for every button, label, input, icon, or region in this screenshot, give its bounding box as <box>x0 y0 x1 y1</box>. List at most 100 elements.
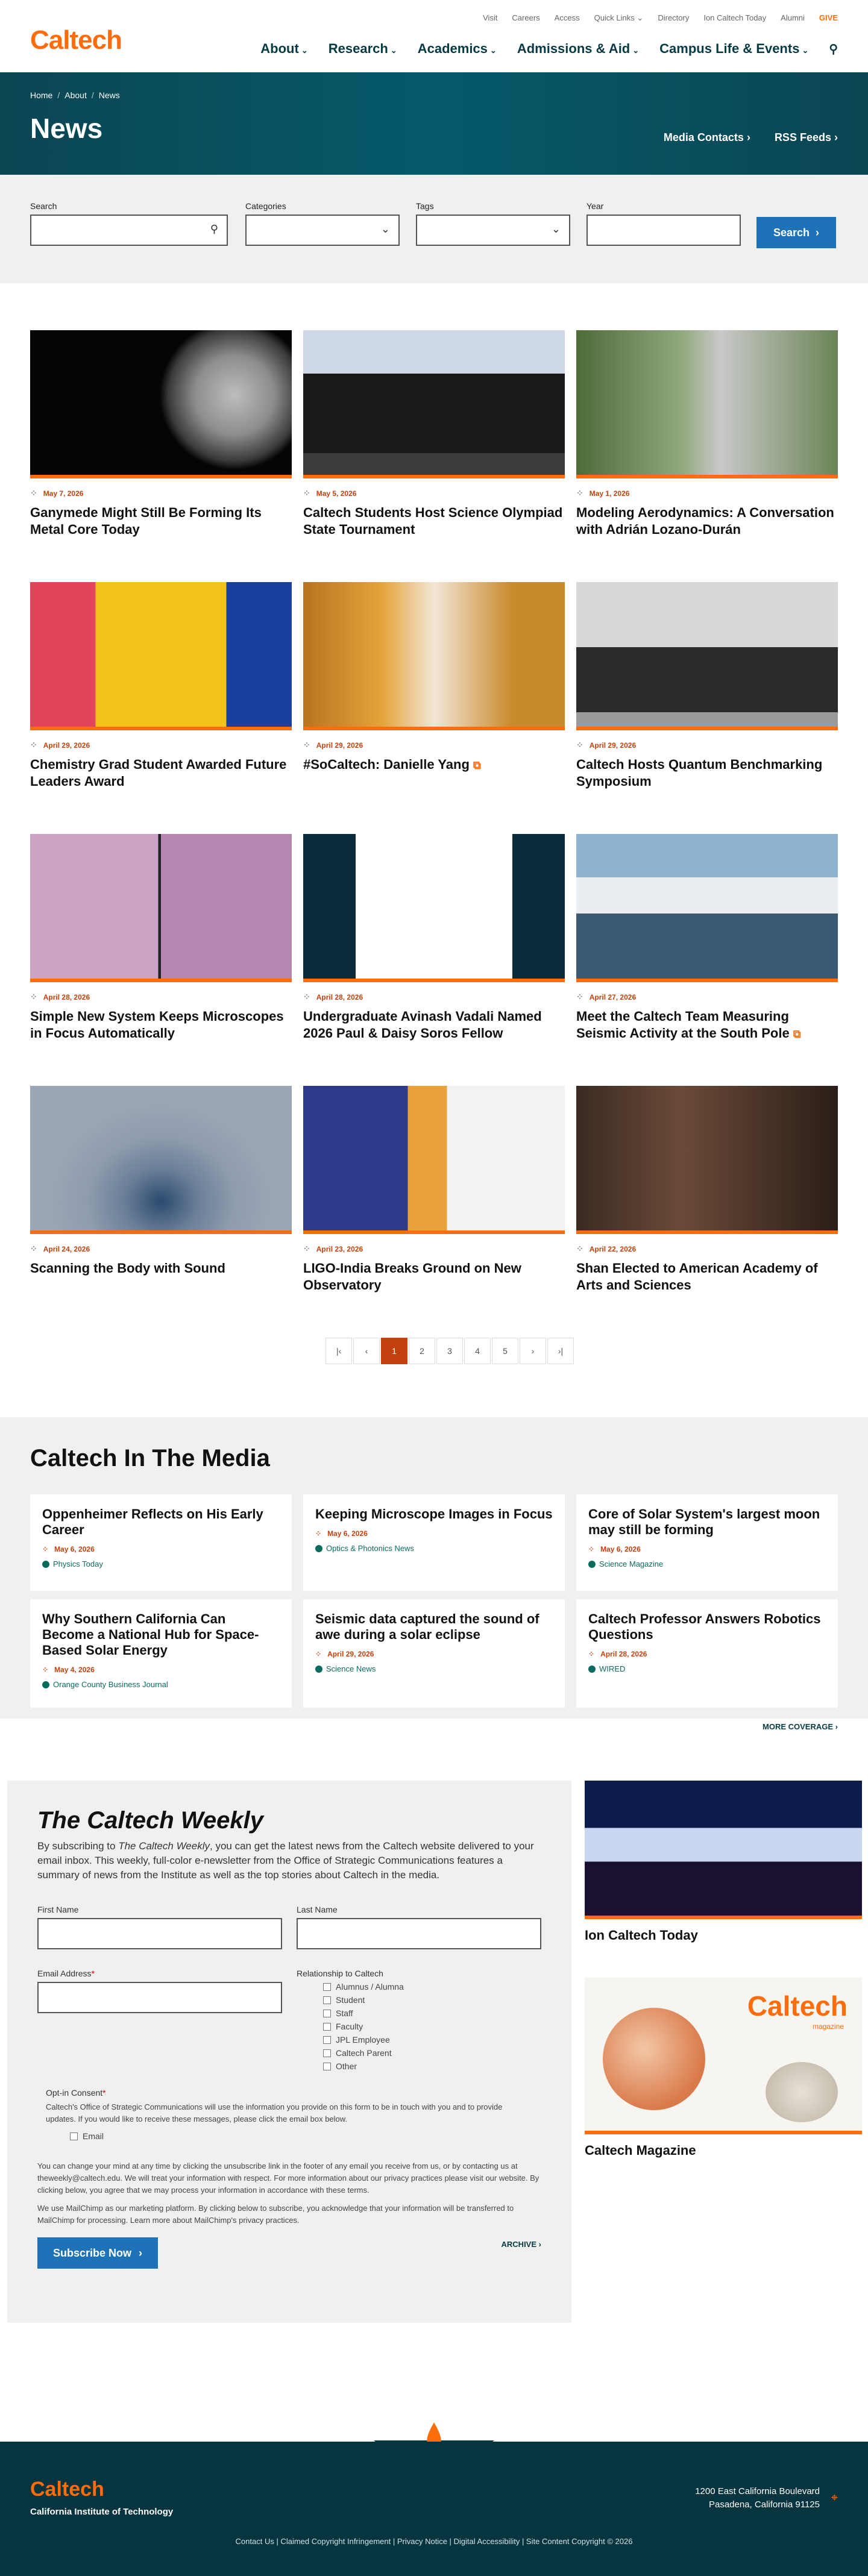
news-card[interactable]: ⁘ April 22, 2026 Shan Elected to American… <box>576 1086 838 1294</box>
globe-icon <box>315 1665 322 1673</box>
page-title: News <box>30 113 103 144</box>
media-card[interactable]: Oppenheimer Reflects on His Early Career… <box>30 1494 292 1591</box>
media-meta: ⁘ May 6, 2026 <box>588 1545 826 1553</box>
email-label: Email Address* <box>37 1969 282 1978</box>
search-icon[interactable]: ⚲ <box>210 223 218 236</box>
prev-page-button[interactable]: ‹ <box>353 1338 380 1364</box>
next-page-button[interactable]: › <box>520 1338 546 1364</box>
news-title[interactable]: Ganymede Might Still Be Forming Its Meta… <box>30 504 292 538</box>
news-card[interactable]: ⁘ April 28, 2026 Undergraduate Avinash Va… <box>303 834 565 1042</box>
nav-about[interactable]: About ⌄ <box>260 41 307 57</box>
news-card[interactable]: ⁘ May 1, 2026 Modeling Aerodynamics: A Co… <box>576 330 838 538</box>
utility-alumni[interactable]: Alumni <box>781 13 805 23</box>
map-pin-icon[interactable]: ⌖ <box>831 2491 838 2505</box>
email-field[interactable] <box>37 1982 282 2013</box>
relationship-checkbox[interactable]: Student <box>323 1995 404 2005</box>
last-page-button[interactable]: ›| <box>547 1338 574 1364</box>
last-name-label: Last Name <box>297 1905 338 1914</box>
news-card[interactable]: ⁘ April 27, 2026 Meet the Caltech Team Me… <box>576 834 838 1042</box>
news-card[interactable]: ⁘ May 7, 2026 Ganymede Might Still Be For… <box>30 330 292 538</box>
magazine-promo[interactable]: Caltech magazine Caltech Magazine <box>585 1978 862 2158</box>
relationship-checkbox[interactable]: JPL Employee <box>323 2035 404 2045</box>
search-button[interactable]: Search › <box>756 217 836 248</box>
give-link[interactable]: GIVE <box>819 13 838 23</box>
utility-directory[interactable]: Directory <box>658 13 689 23</box>
utility-quick-links[interactable]: Quick Links ⌄ <box>594 13 644 23</box>
categories-select[interactable]: ⌄ <box>245 215 400 246</box>
first-name-field[interactable] <box>37 1918 282 1949</box>
opt-in-email-checkbox[interactable]: Email <box>70 2131 522 2141</box>
relationship-checkbox[interactable]: Other <box>323 2061 404 2071</box>
chevron-down-icon: ⌄ <box>637 13 644 22</box>
relationship-checkbox[interactable]: Alumnus / Alumna <box>323 1982 404 1992</box>
media-card[interactable]: Why Southern California Can Become a Nat… <box>30 1599 292 1708</box>
nav-research[interactable]: Research ⌄ <box>329 41 397 57</box>
caltech-logo[interactable]: Caltech <box>30 25 122 55</box>
news-title[interactable]: Scanning the Body with Sound <box>30 1260 292 1277</box>
footer-links[interactable]: Contact Us | Claimed Copyright Infringem… <box>0 2537 868 2546</box>
news-card[interactable]: ⁘ April 29, 2026 Chemistry Grad Student A… <box>30 582 292 790</box>
news-title[interactable]: Caltech Hosts Quantum Benchmarking Sympo… <box>576 756 838 790</box>
utility-careers[interactable]: Careers <box>512 13 539 23</box>
nav-label: Academics <box>417 41 488 56</box>
chevron-down-icon: ⌄ <box>390 46 397 55</box>
subscribe-button[interactable]: Subscribe Now › <box>37 2237 158 2269</box>
media-contacts-link[interactable]: Media Contacts › <box>664 131 750 144</box>
news-title[interactable]: Shan Elected to American Academy of Arts… <box>576 1260 838 1294</box>
news-title[interactable]: Chemistry Grad Student Awarded Future Le… <box>30 756 292 790</box>
relationship-checkbox[interactable]: Faculty <box>323 2022 404 2031</box>
breadcrumb-home[interactable]: Home <box>30 90 52 100</box>
news-card[interactable]: ⁘ April 28, 2026 Simple New System Keeps … <box>30 834 292 1042</box>
news-title[interactable]: Meet the Caltech Team Measuring Seismic … <box>576 1008 838 1042</box>
relationship-checkbox[interactable]: Staff <box>323 2008 404 2018</box>
footer-logo[interactable]: Caltech <box>30 2478 104 2501</box>
news-card[interactable]: ⁘ May 5, 2026 Caltech Students Host Scien… <box>303 330 565 538</box>
search-input[interactable]: ⚲ <box>30 215 228 246</box>
news-title[interactable]: #SoCaltech: Danielle Yang ⧉ <box>303 756 565 774</box>
utility-access[interactable]: Access <box>555 13 580 23</box>
media-card[interactable]: Caltech Professor Answers Robotics Quest… <box>576 1599 838 1708</box>
news-card[interactable]: ⁘ April 24, 2026 Scanning the Body with S… <box>30 1086 292 1277</box>
media-card[interactable]: Keeping Microscope Images in Focus ⁘ May … <box>303 1494 565 1591</box>
news-date: May 1, 2026 <box>589 489 630 498</box>
page-button[interactable]: 2 <box>409 1338 435 1364</box>
news-card[interactable]: ⁘ April 23, 2026 LIGO-India Breaks Ground… <box>303 1086 565 1294</box>
breadcrumb-about[interactable]: About <box>64 90 87 100</box>
page-button[interactable]: 3 <box>436 1338 463 1364</box>
news-thumbnail <box>303 1086 565 1234</box>
last-name-field[interactable] <box>297 1918 541 1949</box>
page-button[interactable]: 4 <box>464 1338 491 1364</box>
news-title[interactable]: Undergraduate Avinash Vadali Named 2026 … <box>303 1008 565 1042</box>
news-card[interactable]: ⁘ April 29, 2026 #SoCaltech: Danielle Yan… <box>303 582 565 774</box>
nav-campus-life[interactable]: Campus Life & Events ⌄ <box>659 41 808 57</box>
utility-visit[interactable]: Visit <box>483 13 497 23</box>
rss-feeds-link[interactable]: RSS Feeds › <box>775 131 838 144</box>
year-input[interactable] <box>587 215 741 246</box>
media-card[interactable]: Seismic data captured the sound of awe d… <box>303 1599 565 1708</box>
search-icon[interactable]: ⚲ <box>829 42 838 57</box>
archive-link[interactable]: ARCHIVE › <box>502 2240 541 2249</box>
utility-ion[interactable]: Ion Caltech Today <box>703 13 766 23</box>
relationship-checkbox[interactable]: Caltech Parent <box>323 2048 404 2058</box>
news-title[interactable]: Modeling Aerodynamics: A Conversation wi… <box>576 504 838 538</box>
chevron-down-icon: ⌄ <box>380 223 390 235</box>
magazine-cover: Caltech magazine <box>585 1978 862 2134</box>
calendar-icon: ⁘ <box>315 1529 322 1538</box>
more-coverage-link[interactable]: MORE COVERAGE › <box>763 1722 838 1731</box>
news-title[interactable]: Caltech Students Host Science Olympiad S… <box>303 504 565 538</box>
news-thumbnail <box>576 330 838 478</box>
ion-promo[interactable]: Ion Caltech Today <box>585 1781 862 1943</box>
news-title[interactable]: Simple New System Keeps Microscopes in F… <box>30 1008 292 1042</box>
page-button-current[interactable]: 1 <box>381 1338 407 1364</box>
opt-in-text: Caltech's Office of Strategic Communicat… <box>46 2102 503 2123</box>
tags-select[interactable]: ⌄ <box>416 215 570 246</box>
first-page-button[interactable]: |‹ <box>326 1338 352 1364</box>
news-card[interactable]: ⁘ April 29, 2026 Caltech Hosts Quantum Be… <box>576 582 838 790</box>
nav-academics[interactable]: Academics ⌄ <box>418 41 497 57</box>
ion-title: Ion Caltech Today <box>585 1928 698 1943</box>
nav-admissions[interactable]: Admissions & Aid ⌄ <box>517 41 639 57</box>
page-button[interactable]: 5 <box>492 1338 518 1364</box>
globe-icon <box>42 1560 49 1568</box>
news-title[interactable]: LIGO-India Breaks Ground on New Observat… <box>303 1260 565 1294</box>
media-card[interactable]: Core of Solar System's largest moon may … <box>576 1494 838 1591</box>
